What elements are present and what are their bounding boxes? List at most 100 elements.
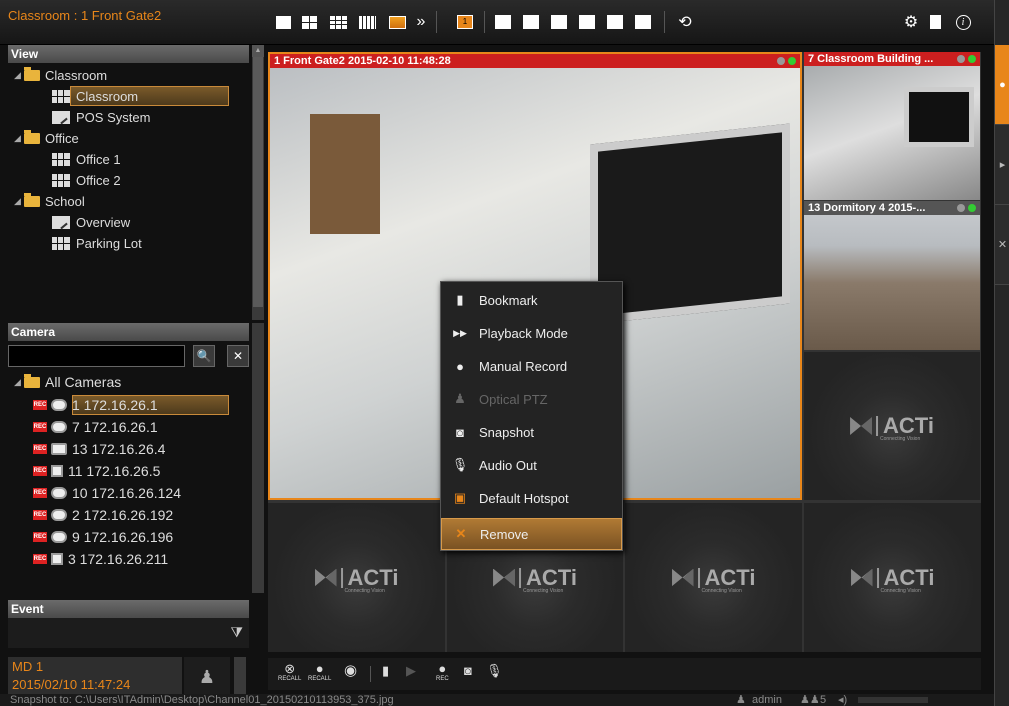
rec-badge: REC <box>33 400 47 410</box>
rec-badge: REC <box>33 510 47 520</box>
camera-item[interactable]: REC 2 172.16.26.192 <box>33 505 173 525</box>
camera-item[interactable]: REC 13 172.16.26.4 <box>33 439 165 459</box>
recall-icon: ⊗ <box>284 661 296 676</box>
menu-item-manual-record[interactable]: ● Manual Record <box>441 350 622 382</box>
event-time: 2015/02/10 11:47:24 <box>12 677 131 692</box>
rename-view-icon[interactable] <box>578 12 596 32</box>
video-tile-classroom[interactable]: 7 Classroom Building ... <box>804 52 980 200</box>
audio-button[interactable]: 🎙 <box>486 664 503 678</box>
acti-logo: ACTi Connecting Vision <box>850 566 934 594</box>
more-icon[interactable]: » <box>414 12 428 32</box>
save-view-icon[interactable] <box>606 12 624 32</box>
menu-item-remove[interactable]: ✕ Remove <box>441 518 622 550</box>
broadcast-button[interactable]: ◉ <box>344 662 358 679</box>
edit-view-icon[interactable] <box>494 12 512 32</box>
tree-all-cameras[interactable]: ◢ All Cameras <box>14 372 121 392</box>
tree-view-pos-system[interactable]: POS System <box>52 107 150 127</box>
menu-item-snapshot[interactable]: ◙ Snapshot <box>441 416 622 448</box>
video-tile-header: 13 Dormitory 4 2015-... <box>804 201 980 215</box>
hotspot-icon: ▣ <box>453 490 467 505</box>
volume-icon[interactable]: ◂) <box>838 694 847 706</box>
tree-view-overview[interactable]: Overview <box>52 212 130 232</box>
live-view-tab[interactable]: ● <box>995 45 1009 125</box>
sync-icon[interactable]: ⟲ <box>676 12 694 32</box>
event-item[interactable]: MD 1 2015/02/10 11:47:24 <box>8 657 182 697</box>
empty-video-tile[interactable]: ACTi Connecting Vision <box>804 503 981 652</box>
add-view-icon[interactable] <box>522 12 540 32</box>
toolbar-separator <box>370 666 371 682</box>
dome-camera-icon <box>51 421 67 433</box>
menu-item-bookmark[interactable]: ▮ Bookmark <box>441 284 622 316</box>
menu-item-default-hotspot[interactable]: ▣ Default Hotspot <box>441 482 622 514</box>
tree-view-office-1[interactable]: Office 1 <box>52 149 121 169</box>
settings-icon[interactable]: ⚙ <box>902 12 920 32</box>
view-scrollbar[interactable]: ▲ <box>252 45 264 320</box>
ptz-icon: ♟ <box>454 391 466 406</box>
record-dot-icon: ● <box>315 661 324 676</box>
broadcast-icon: ◉ <box>344 662 358 679</box>
camera-item[interactable]: REC 3 172.16.26.211 <box>33 549 168 569</box>
empty-video-tile[interactable]: ACTi Connecting Vision <box>268 503 445 652</box>
menu-item-label: Playback Mode <box>479 325 568 341</box>
camera-search-input[interactable] <box>8 345 185 367</box>
microphone-icon: 🎙 <box>486 663 503 678</box>
close-icon: ✕ <box>232 349 244 363</box>
tree-view-parking-lot[interactable]: Parking Lot <box>52 233 142 253</box>
camera-item[interactable]: REC 10 172.16.26.124 <box>33 483 181 503</box>
layout-1x1-icon[interactable] <box>275 12 291 32</box>
record-button[interactable]: ● REC <box>436 662 449 683</box>
playback-tab[interactable]: ▸ <box>995 125 1009 205</box>
layout-2x2-icon[interactable] <box>301 12 317 32</box>
view-settings-icon[interactable] <box>634 12 652 32</box>
recall-home-button[interactable]: ● RECALL <box>308 661 331 683</box>
camera-item[interactable]: REC 11 172.16.26.5 <box>33 461 160 481</box>
recall-label: RECALL <box>278 676 302 682</box>
delete-view-icon[interactable] <box>550 12 568 32</box>
snapshot-button[interactable]: ◙ <box>464 664 472 678</box>
camera-label: 1 172.16.26.1 <box>72 397 158 413</box>
tree-folder-office[interactable]: ◢ Office <box>14 128 79 148</box>
dome-camera-icon <box>51 509 67 521</box>
layout-3x3-icon[interactable] <box>329 12 347 32</box>
video-tile-dormitory[interactable]: 13 Dormitory 4 2015-... <box>804 201 980 350</box>
volume-slider[interactable] <box>858 697 928 703</box>
tree-folder-classroom[interactable]: ◢ Classroom <box>14 65 107 85</box>
search-button[interactable]: 🔍 <box>193 345 215 367</box>
tree-view-office-2[interactable]: Office 2 <box>52 170 121 190</box>
folder-icon <box>24 66 40 81</box>
layout-icon <box>52 152 70 166</box>
layout-custom-icon[interactable] <box>388 12 406 32</box>
layout-4x4-icon[interactable] <box>358 12 376 32</box>
info-icon[interactable]: i <box>954 12 972 32</box>
empty-video-tile[interactable]: ACTi Connecting Vision <box>804 352 980 500</box>
recall-preset-button[interactable]: ⊗ RECALL <box>278 661 302 683</box>
setup-tab[interactable]: ✕ <box>995 205 1009 285</box>
report-icon[interactable] <box>928 12 942 32</box>
online-dot <box>968 204 976 212</box>
clear-search-button[interactable]: ✕ <box>227 345 249 367</box>
camera-item[interactable]: REC 9 172.16.26.196 <box>33 527 173 547</box>
toolbar-separator <box>436 11 437 33</box>
tree-label: Office 1 <box>76 151 121 167</box>
bookmark-icon: ▮ <box>456 292 464 307</box>
context-menu: ▮ Bookmark ▶▶ Playback Mode ● Manual Rec… <box>440 281 623 551</box>
camera-item[interactable]: REC 7 172.16.26.1 <box>33 417 158 437</box>
menu-item-label: Optical PTZ <box>479 391 548 407</box>
menu-item-playback-mode[interactable]: ▶▶ Playback Mode <box>441 317 622 349</box>
empty-video-tile[interactable]: ACTi Connecting Vision <box>625 503 802 652</box>
tree-view-classroom[interactable]: Classroom <box>52 86 138 106</box>
app-window: Classroom : 1 Front Gate2 » 1 ⟲ ⚙ i ● ▸ … <box>0 0 1009 706</box>
menu-item-audio-out[interactable]: 🎙 Audio Out <box>441 449 622 481</box>
filter-icon[interactable]: ⧩ <box>231 624 244 641</box>
tree-folder-school[interactable]: ◢ School <box>14 191 85 211</box>
tree-label: School <box>45 193 85 209</box>
bookmark-button[interactable]: ▮ <box>382 664 389 678</box>
camera-label: 13 172.16.26.4 <box>72 441 166 457</box>
hotspot-icon[interactable]: 1 <box>456 12 474 32</box>
camera-item[interactable]: REC 1 172.16.26.1 <box>33 395 158 415</box>
toolbar-separator <box>484 11 485 33</box>
playback-button[interactable]: ▶ <box>406 664 416 678</box>
event-scrollbar[interactable] <box>234 657 246 697</box>
camera-scrollbar[interactable] <box>252 323 264 593</box>
status-dot <box>957 204 965 212</box>
